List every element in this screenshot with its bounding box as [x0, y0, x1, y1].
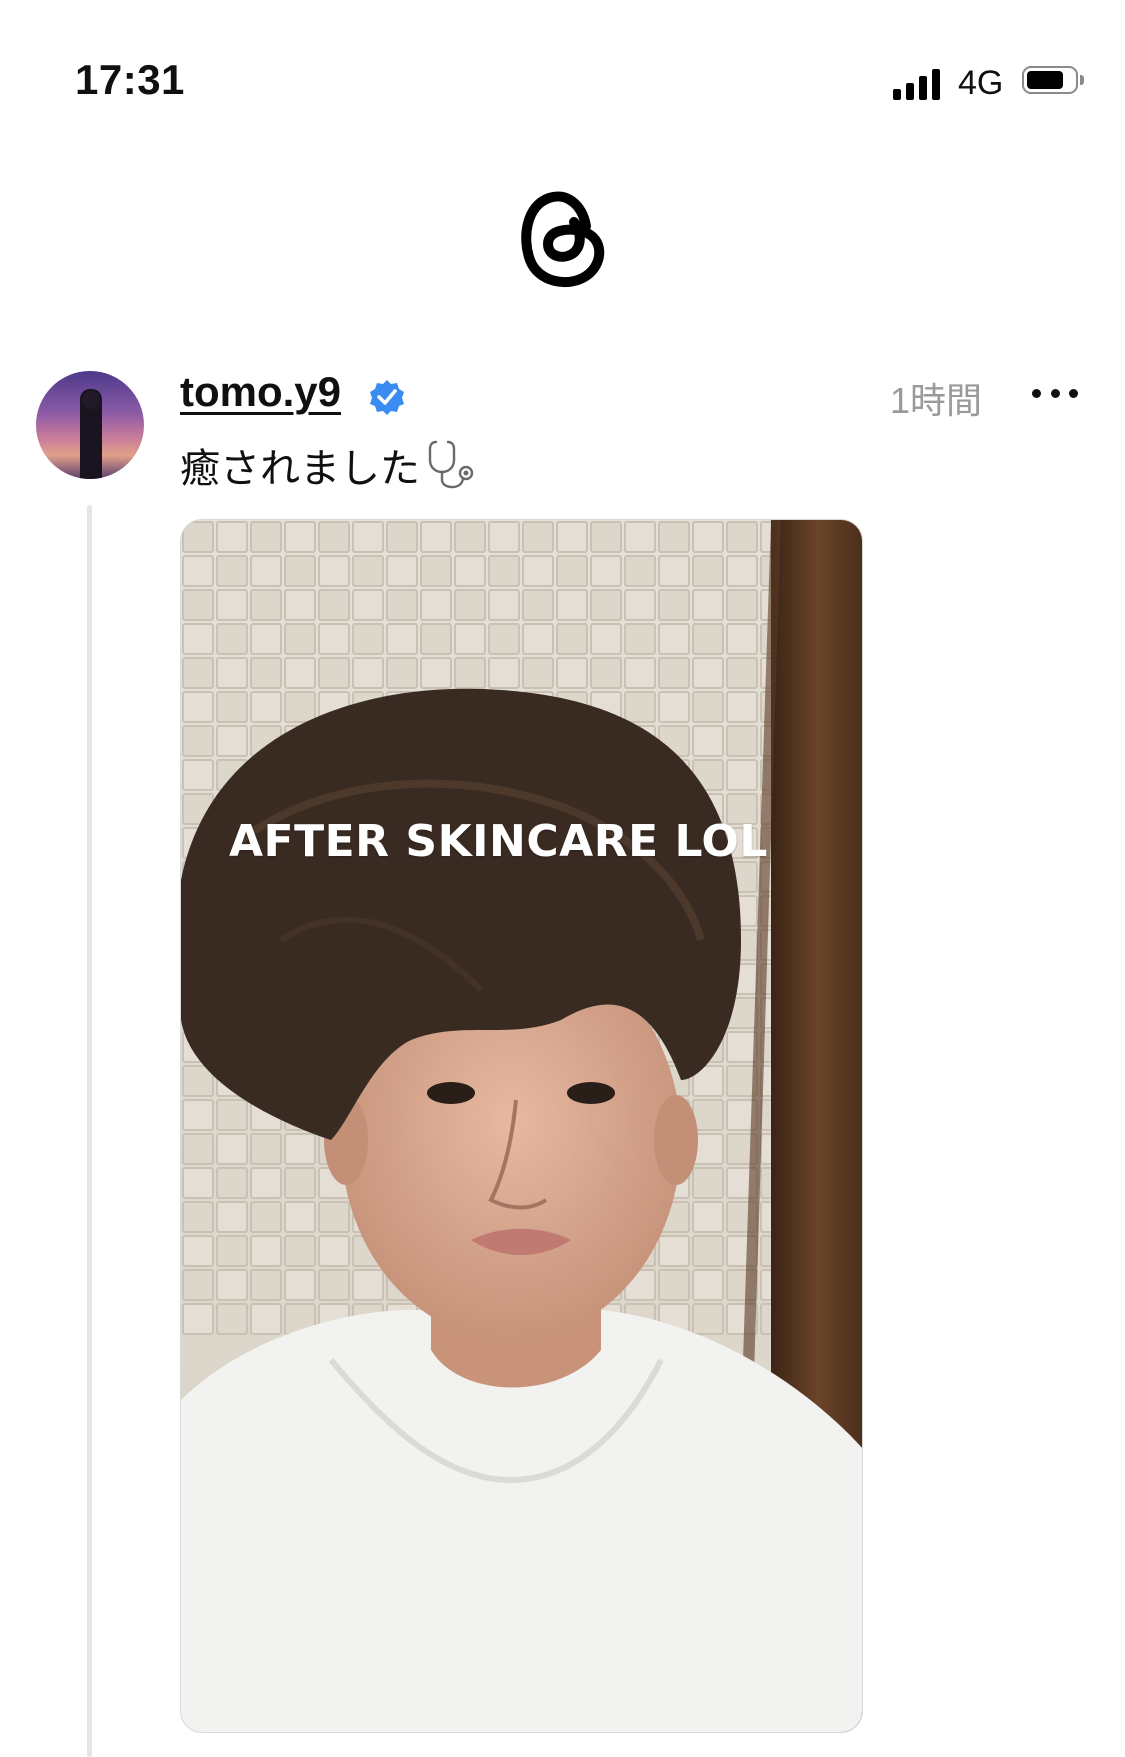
thread-line [87, 505, 92, 1757]
media-overlay-text: AFTER SKINCARE LOL [229, 816, 768, 867]
post-caption: 癒されました [180, 436, 480, 494]
signal-icon [893, 66, 943, 100]
threads-logo-icon[interactable] [512, 182, 612, 292]
avatar[interactable] [36, 371, 144, 479]
post-media-image[interactable]: AFTER SKINCARE LOL [180, 519, 863, 1733]
status-time: 17:31 [75, 56, 185, 103]
caption-text: 癒されました [180, 446, 420, 492]
stethoscope-icon [422, 436, 480, 494]
verified-badge-icon [368, 378, 406, 416]
more-options-icon[interactable] [1032, 376, 1078, 410]
post-username[interactable]: tomo.y9 [180, 368, 341, 416]
status-bar: 17:31 4G [0, 0, 1125, 150]
network-type: 4G [958, 64, 1004, 102]
post-timestamp: 1時間 [890, 380, 983, 421]
battery-icon [1022, 66, 1086, 98]
